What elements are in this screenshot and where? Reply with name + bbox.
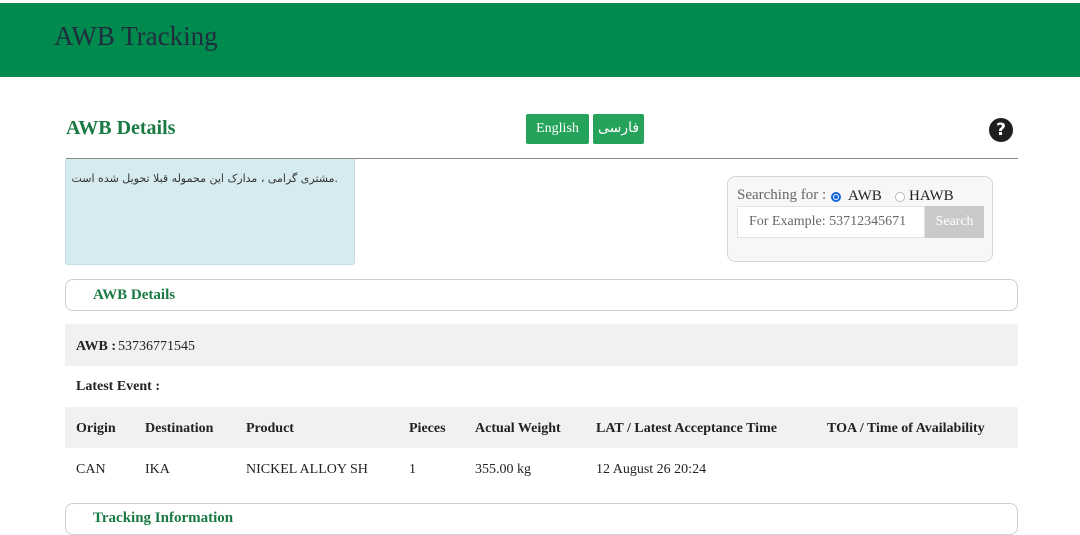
column-header-toa: TOA / Time of Availability [827,421,985,436]
awb-search-input[interactable] [737,206,925,238]
column-header-pieces: Pieces [409,421,446,436]
page-title: AWB Details [66,117,176,139]
table-row: CAN IKA NICKEL ALLOY SH 1 355.00 kg 12 A… [65,448,1018,489]
awb-number: 53736771545 [118,339,195,354]
hawb-radio[interactable] [895,192,905,202]
awb-details-panel-title: AWB Details [93,287,176,303]
notice-text: .مشتری گرامی ، مدارک این محموله قبلا تحو… [71,172,338,185]
cell-actual-weight: 355.00 kg [475,462,531,477]
column-header-actual-weight: Actual Weight [475,421,561,436]
column-header-lat: LAT / Latest Acceptance Time [596,421,777,436]
english-language-button[interactable]: English [526,114,589,144]
tracking-information-panel-header[interactable]: Tracking Information [65,503,1018,535]
table-header-row: Origin Destination Product Pieces Actual… [65,407,1018,448]
search-panel: Searching for : AWB HAWB Search [727,176,993,262]
cell-destination: IKA [145,462,170,477]
help-question-icon[interactable]: ? [989,118,1013,142]
farsi-language-button[interactable]: فارسی [593,114,644,144]
notice-alert: .مشتری گرامی ، مدارک این محموله قبلا تحو… [65,159,355,265]
hawb-radio-label[interactable]: HAWB [909,188,954,205]
app-header: AWB Tracking [0,3,1080,77]
awb-radio-label[interactable]: AWB [848,188,882,205]
search-for-label: Searching for : [737,187,827,203]
tracking-information-panel-title: Tracking Information [93,510,234,526]
cell-lat: 12 August 26 20:24 [596,462,707,477]
awb-details-panel-header[interactable]: AWB Details [65,279,1018,311]
app-title: AWB Tracking [54,21,218,51]
cell-product: NICKEL ALLOY SH [246,462,368,477]
latest-event-label: Latest Event : [76,379,160,394]
cell-pieces: 1 [409,462,416,477]
search-button[interactable]: Search [925,206,984,238]
column-header-destination: Destination [145,421,214,436]
awb-number-row: AWB : 53736771545 [65,324,1018,366]
cell-origin: CAN [76,462,106,477]
column-header-origin: Origin [76,421,116,436]
awb-radio[interactable] [831,192,841,202]
awb-label: AWB : [76,339,117,354]
column-header-product: Product [246,421,294,436]
